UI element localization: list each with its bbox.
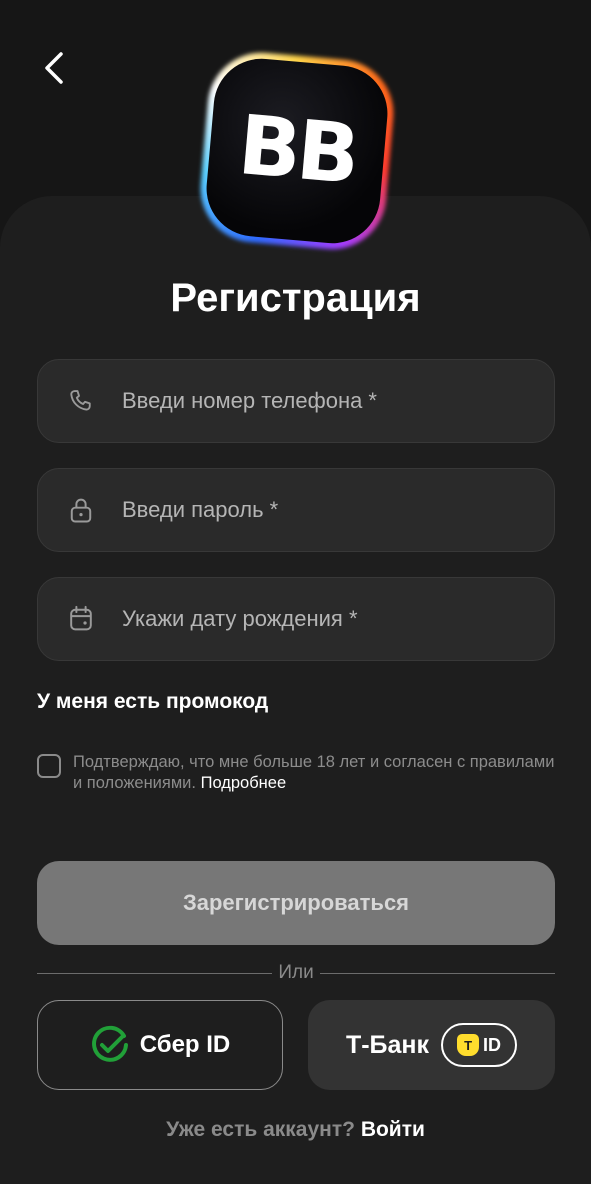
birthdate-input[interactable]: Укажи дату рождения * xyxy=(37,577,555,661)
back-button[interactable] xyxy=(34,46,74,90)
or-text: Или xyxy=(278,962,314,983)
password-input[interactable]: Введи пароль * xyxy=(37,468,555,552)
consent-checkbox[interactable] xyxy=(37,754,61,778)
consent-text: Подтверждаю, что мне больше 18 лет и сог… xyxy=(73,752,557,794)
tbank-id-text: ID xyxy=(483,1034,502,1055)
or-divider: Или xyxy=(37,960,556,986)
logo-body: BB xyxy=(202,54,392,248)
password-placeholder: Введи пароль * xyxy=(122,497,279,522)
signin-link[interactable]: Войти xyxy=(361,1118,425,1141)
promo-code-link[interactable]: У меня есть промокод xyxy=(37,690,268,714)
logo-text: BB xyxy=(234,98,360,203)
birthdate-placeholder: Укажи дату рождения * xyxy=(122,606,358,631)
lock-icon xyxy=(66,495,96,525)
signin-question: Уже есть аккаунт? xyxy=(166,1118,355,1141)
tbank-id-badge: T ID xyxy=(441,1023,518,1067)
phone-icon xyxy=(66,386,96,416)
register-button[interactable]: Зарегистрироваться xyxy=(37,861,555,945)
phone-input[interactable]: Введи номер телефона * xyxy=(37,359,555,443)
chevron-left-icon xyxy=(45,52,63,84)
registration-screen: BB Регистрация Введи номер телефона * Вв… xyxy=(0,0,591,1184)
sber-id-label: Сбер ID xyxy=(139,1031,231,1058)
divider-line xyxy=(319,972,556,974)
consent-label: Подтверждаю, что мне больше 18 лет и сог… xyxy=(73,753,555,792)
signin-row: Уже есть аккаунт? Войти xyxy=(0,1118,591,1142)
calendar-icon xyxy=(66,604,96,634)
sber-logo-icon xyxy=(91,1025,128,1062)
tbank-shield-icon: T xyxy=(457,1034,480,1056)
divider-line xyxy=(37,972,273,974)
consent-details-link[interactable]: Подробнее xyxy=(201,774,287,792)
app-logo: BB xyxy=(196,48,398,254)
tbank-label: Т-Банк xyxy=(345,1030,430,1059)
sber-id-button[interactable]: Сбер ID xyxy=(37,1000,283,1090)
consent-row: Подтверждаю, что мне больше 18 лет и сог… xyxy=(37,752,557,794)
page-title: Регистрация xyxy=(170,276,421,320)
tbank-id-button[interactable]: Т-Банк T ID xyxy=(308,1000,555,1090)
phone-placeholder: Введи номер телефона * xyxy=(122,388,377,413)
